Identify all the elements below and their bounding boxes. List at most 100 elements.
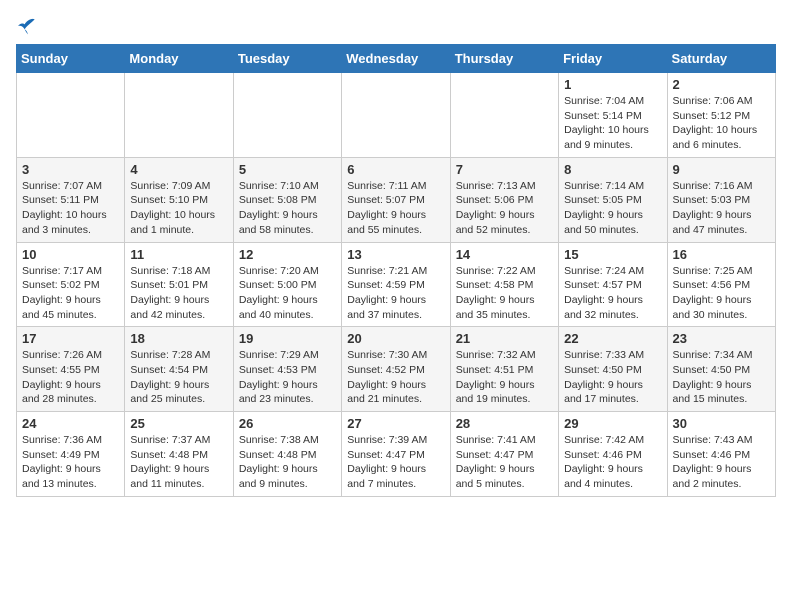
- page-container: SundayMondayTuesdayWednesdayThursdayFrid…: [16, 16, 776, 497]
- calendar-week-row: 3 Sunrise: 7:07 AMSunset: 5:11 PMDaylight…: [17, 157, 776, 242]
- day-number: 27: [347, 416, 444, 431]
- day-number: 11: [130, 247, 227, 262]
- calendar-cell: 22 Sunrise: 7:33 AMSunset: 4:50 PMDayligh…: [559, 327, 667, 412]
- day-number: 3: [22, 162, 119, 177]
- calendar-cell: 5 Sunrise: 7:10 AMSunset: 5:08 PMDaylight…: [233, 157, 341, 242]
- day-info: Sunrise: 7:30 AMSunset: 4:52 PMDaylight:…: [347, 348, 444, 407]
- calendar-cell: 14 Sunrise: 7:22 AMSunset: 4:58 PMDayligh…: [450, 242, 558, 327]
- calendar-cell: 12Sunrise: 7:20 AMSunset: 5:00 PMDayligh…: [233, 242, 341, 327]
- calendar-cell: 4 Sunrise: 7:09 AMSunset: 5:10 PMDaylight…: [125, 157, 233, 242]
- calendar-cell: 25Sunrise: 7:37 AMSunset: 4:48 PMDayligh…: [125, 412, 233, 497]
- day-header-sunday: Sunday: [17, 45, 125, 73]
- calendar-table: SundayMondayTuesdayWednesdayThursdayFrid…: [16, 44, 776, 497]
- day-info: Sunrise: 7:07 AMSunset: 5:11 PMDaylight:…: [22, 179, 119, 238]
- day-info: Sunrise: 7:36 AMSunset: 4:49 PMDaylight:…: [22, 433, 119, 492]
- day-number: 10: [22, 247, 119, 262]
- day-header-tuesday: Tuesday: [233, 45, 341, 73]
- day-info: Sunrise: 7:13 AMSunset: 5:06 PMDaylight:…: [456, 179, 553, 238]
- day-number: 29: [564, 416, 661, 431]
- day-number: 26: [239, 416, 336, 431]
- day-number: 14: [456, 247, 553, 262]
- calendar-cell: [342, 73, 450, 158]
- calendar-cell: 6 Sunrise: 7:11 AMSunset: 5:07 PMDaylight…: [342, 157, 450, 242]
- day-header-friday: Friday: [559, 45, 667, 73]
- calendar-cell: 21 Sunrise: 7:32 AMSunset: 4:51 PMDayligh…: [450, 327, 558, 412]
- day-info: Sunrise: 7:26 AMSunset: 4:55 PMDaylight:…: [22, 348, 119, 407]
- day-info: Sunrise: 7:21 AMSunset: 4:59 PMDaylight:…: [347, 264, 444, 323]
- day-number: 22: [564, 331, 661, 346]
- calendar-cell: 7 Sunrise: 7:13 AMSunset: 5:06 PMDaylight…: [450, 157, 558, 242]
- day-info: Sunrise: 7:09 AMSunset: 5:10 PMDaylight:…: [130, 179, 227, 238]
- day-number: 23: [673, 331, 770, 346]
- day-info: Sunrise: 7:17 AMSunset: 5:02 PMDaylight:…: [22, 264, 119, 323]
- calendar-body: 1Sunrise: 7:04 AMSunset: 5:14 PMDaylight…: [17, 73, 776, 497]
- calendar-cell: [17, 73, 125, 158]
- day-info: Sunrise: 7:32 AMSunset: 4:51 PMDaylight:…: [456, 348, 553, 407]
- logo-bird-icon: [18, 16, 38, 36]
- day-number: 18: [130, 331, 227, 346]
- logo: [16, 16, 38, 36]
- calendar-cell: 26 Sunrise: 7:38 AMSunset: 4:48 PMDayligh…: [233, 412, 341, 497]
- day-header-monday: Monday: [125, 45, 233, 73]
- day-info: Sunrise: 7:41 AMSunset: 4:47 PMDaylight:…: [456, 433, 553, 492]
- days-header-row: SundayMondayTuesdayWednesdayThursdayFrid…: [17, 45, 776, 73]
- day-info: Sunrise: 7:11 AMSunset: 5:07 PMDaylight:…: [347, 179, 444, 238]
- day-number: 30: [673, 416, 770, 431]
- day-info: Sunrise: 7:39 AMSunset: 4:47 PMDaylight:…: [347, 433, 444, 492]
- day-info: Sunrise: 7:04 AMSunset: 5:14 PMDaylight:…: [564, 94, 661, 153]
- day-number: 9: [673, 162, 770, 177]
- day-info: Sunrise: 7:42 AMSunset: 4:46 PMDaylight:…: [564, 433, 661, 492]
- calendar-cell: 13 Sunrise: 7:21 AMSunset: 4:59 PMDayligh…: [342, 242, 450, 327]
- day-info: Sunrise: 7:29 AMSunset: 4:53 PMDaylight:…: [239, 348, 336, 407]
- day-number: 6: [347, 162, 444, 177]
- calendar-cell: 16 Sunrise: 7:25 AMSunset: 4:56 PMDayligh…: [667, 242, 775, 327]
- day-number: 13: [347, 247, 444, 262]
- calendar-cell: 3 Sunrise: 7:07 AMSunset: 5:11 PMDaylight…: [17, 157, 125, 242]
- day-number: 19: [239, 331, 336, 346]
- calendar-cell: 2Sunrise: 7:06 AMSunset: 5:12 PMDaylight…: [667, 73, 775, 158]
- day-info: Sunrise: 7:38 AMSunset: 4:48 PMDaylight:…: [239, 433, 336, 492]
- day-number: 7: [456, 162, 553, 177]
- calendar-cell: 27 Sunrise: 7:39 AMSunset: 4:47 PMDayligh…: [342, 412, 450, 497]
- day-number: 24: [22, 416, 119, 431]
- day-info: Sunrise: 7:20 AMSunset: 5:00 PMDaylight:…: [239, 264, 336, 323]
- calendar-cell: 29 Sunrise: 7:42 AMSunset: 4:46 PMDayligh…: [559, 412, 667, 497]
- calendar-cell: 9 Sunrise: 7:16 AMSunset: 5:03 PMDaylight…: [667, 157, 775, 242]
- day-number: 8: [564, 162, 661, 177]
- day-info: Sunrise: 7:06 AMSunset: 5:12 PMDaylight:…: [673, 94, 770, 153]
- day-number: 16: [673, 247, 770, 262]
- calendar-cell: 30 Sunrise: 7:43 AMSunset: 4:46 PMDayligh…: [667, 412, 775, 497]
- header: [16, 16, 776, 36]
- day-info: Sunrise: 7:28 AMSunset: 4:54 PMDaylight:…: [130, 348, 227, 407]
- day-header-saturday: Saturday: [667, 45, 775, 73]
- day-number: 4: [130, 162, 227, 177]
- calendar-cell: 18 Sunrise: 7:28 AMSunset: 4:54 PMDayligh…: [125, 327, 233, 412]
- calendar-cell: 10 Sunrise: 7:17 AMSunset: 5:02 PMDayligh…: [17, 242, 125, 327]
- day-header-wednesday: Wednesday: [342, 45, 450, 73]
- day-info: Sunrise: 7:10 AMSunset: 5:08 PMDaylight:…: [239, 179, 336, 238]
- calendar-week-row: 24 Sunrise: 7:36 AMSunset: 4:49 PMDayligh…: [17, 412, 776, 497]
- calendar-cell: 15Sunrise: 7:24 AMSunset: 4:57 PMDayligh…: [559, 242, 667, 327]
- day-number: 20: [347, 331, 444, 346]
- day-number: 25: [130, 416, 227, 431]
- day-number: 28: [456, 416, 553, 431]
- day-info: Sunrise: 7:34 AMSunset: 4:50 PMDaylight:…: [673, 348, 770, 407]
- day-info: Sunrise: 7:22 AMSunset: 4:58 PMDaylight:…: [456, 264, 553, 323]
- day-number: 5: [239, 162, 336, 177]
- calendar-cell: [450, 73, 558, 158]
- day-info: Sunrise: 7:33 AMSunset: 4:50 PMDaylight:…: [564, 348, 661, 407]
- day-info: Sunrise: 7:16 AMSunset: 5:03 PMDaylight:…: [673, 179, 770, 238]
- calendar-cell: 23 Sunrise: 7:34 AMSunset: 4:50 PMDayligh…: [667, 327, 775, 412]
- day-info: Sunrise: 7:43 AMSunset: 4:46 PMDaylight:…: [673, 433, 770, 492]
- calendar-week-row: 17 Sunrise: 7:26 AMSunset: 4:55 PMDayligh…: [17, 327, 776, 412]
- day-number: 17: [22, 331, 119, 346]
- day-number: 21: [456, 331, 553, 346]
- day-info: Sunrise: 7:18 AMSunset: 5:01 PMDaylight:…: [130, 264, 227, 323]
- calendar-cell: 20 Sunrise: 7:30 AMSunset: 4:52 PMDayligh…: [342, 327, 450, 412]
- day-info: Sunrise: 7:25 AMSunset: 4:56 PMDaylight:…: [673, 264, 770, 323]
- day-number: 15: [564, 247, 661, 262]
- calendar-cell: 28 Sunrise: 7:41 AMSunset: 4:47 PMDayligh…: [450, 412, 558, 497]
- calendar-cell: 8Sunrise: 7:14 AMSunset: 5:05 PMDaylight…: [559, 157, 667, 242]
- day-header-thursday: Thursday: [450, 45, 558, 73]
- calendar-week-row: 1Sunrise: 7:04 AMSunset: 5:14 PMDaylight…: [17, 73, 776, 158]
